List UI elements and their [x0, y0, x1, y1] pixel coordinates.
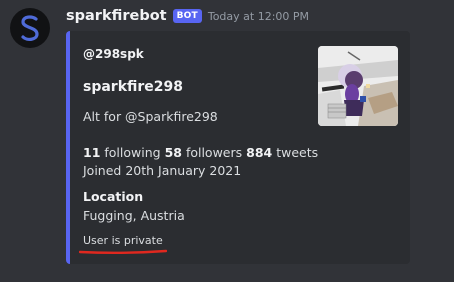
following-count: 11	[83, 145, 101, 160]
tweets-count: 884	[246, 145, 273, 160]
embed-description: Alt for @Sparkfire298	[83, 109, 218, 124]
embed-thumbnail[interactable]	[318, 46, 398, 126]
profile-stats: 11 following 58 followers 884 tweets	[83, 145, 318, 160]
username[interactable]: sparkfirebot	[66, 8, 167, 24]
followers-count: 58	[164, 145, 182, 160]
join-date: Joined 20th January 2021	[83, 163, 242, 178]
location-field-value: Fugging, Austria	[83, 208, 185, 223]
message-timestamp[interactable]: Today at 12:00 PM	[208, 10, 309, 23]
profile-embed: @298spk sparkfire298 Alt for @Sparkfire2…	[66, 31, 410, 264]
following-label: following	[100, 145, 165, 160]
embed-title: sparkfire298	[83, 79, 184, 95]
letter-s-logo-icon	[21, 15, 39, 41]
message-header: sparkfirebot BOT Today at 12:00 PM	[66, 8, 309, 24]
location-field-name: Location	[83, 189, 144, 204]
tweets-label: tweets	[272, 145, 319, 160]
embed-author: @298spk	[83, 47, 144, 61]
bot-avatar[interactable]	[10, 8, 50, 48]
bot-badge: BOT	[172, 9, 202, 23]
followers-label: followers	[181, 145, 247, 160]
embed-footer: User is private	[83, 234, 163, 247]
profile-image	[318, 46, 398, 126]
red-underline-annotation	[79, 249, 167, 254]
